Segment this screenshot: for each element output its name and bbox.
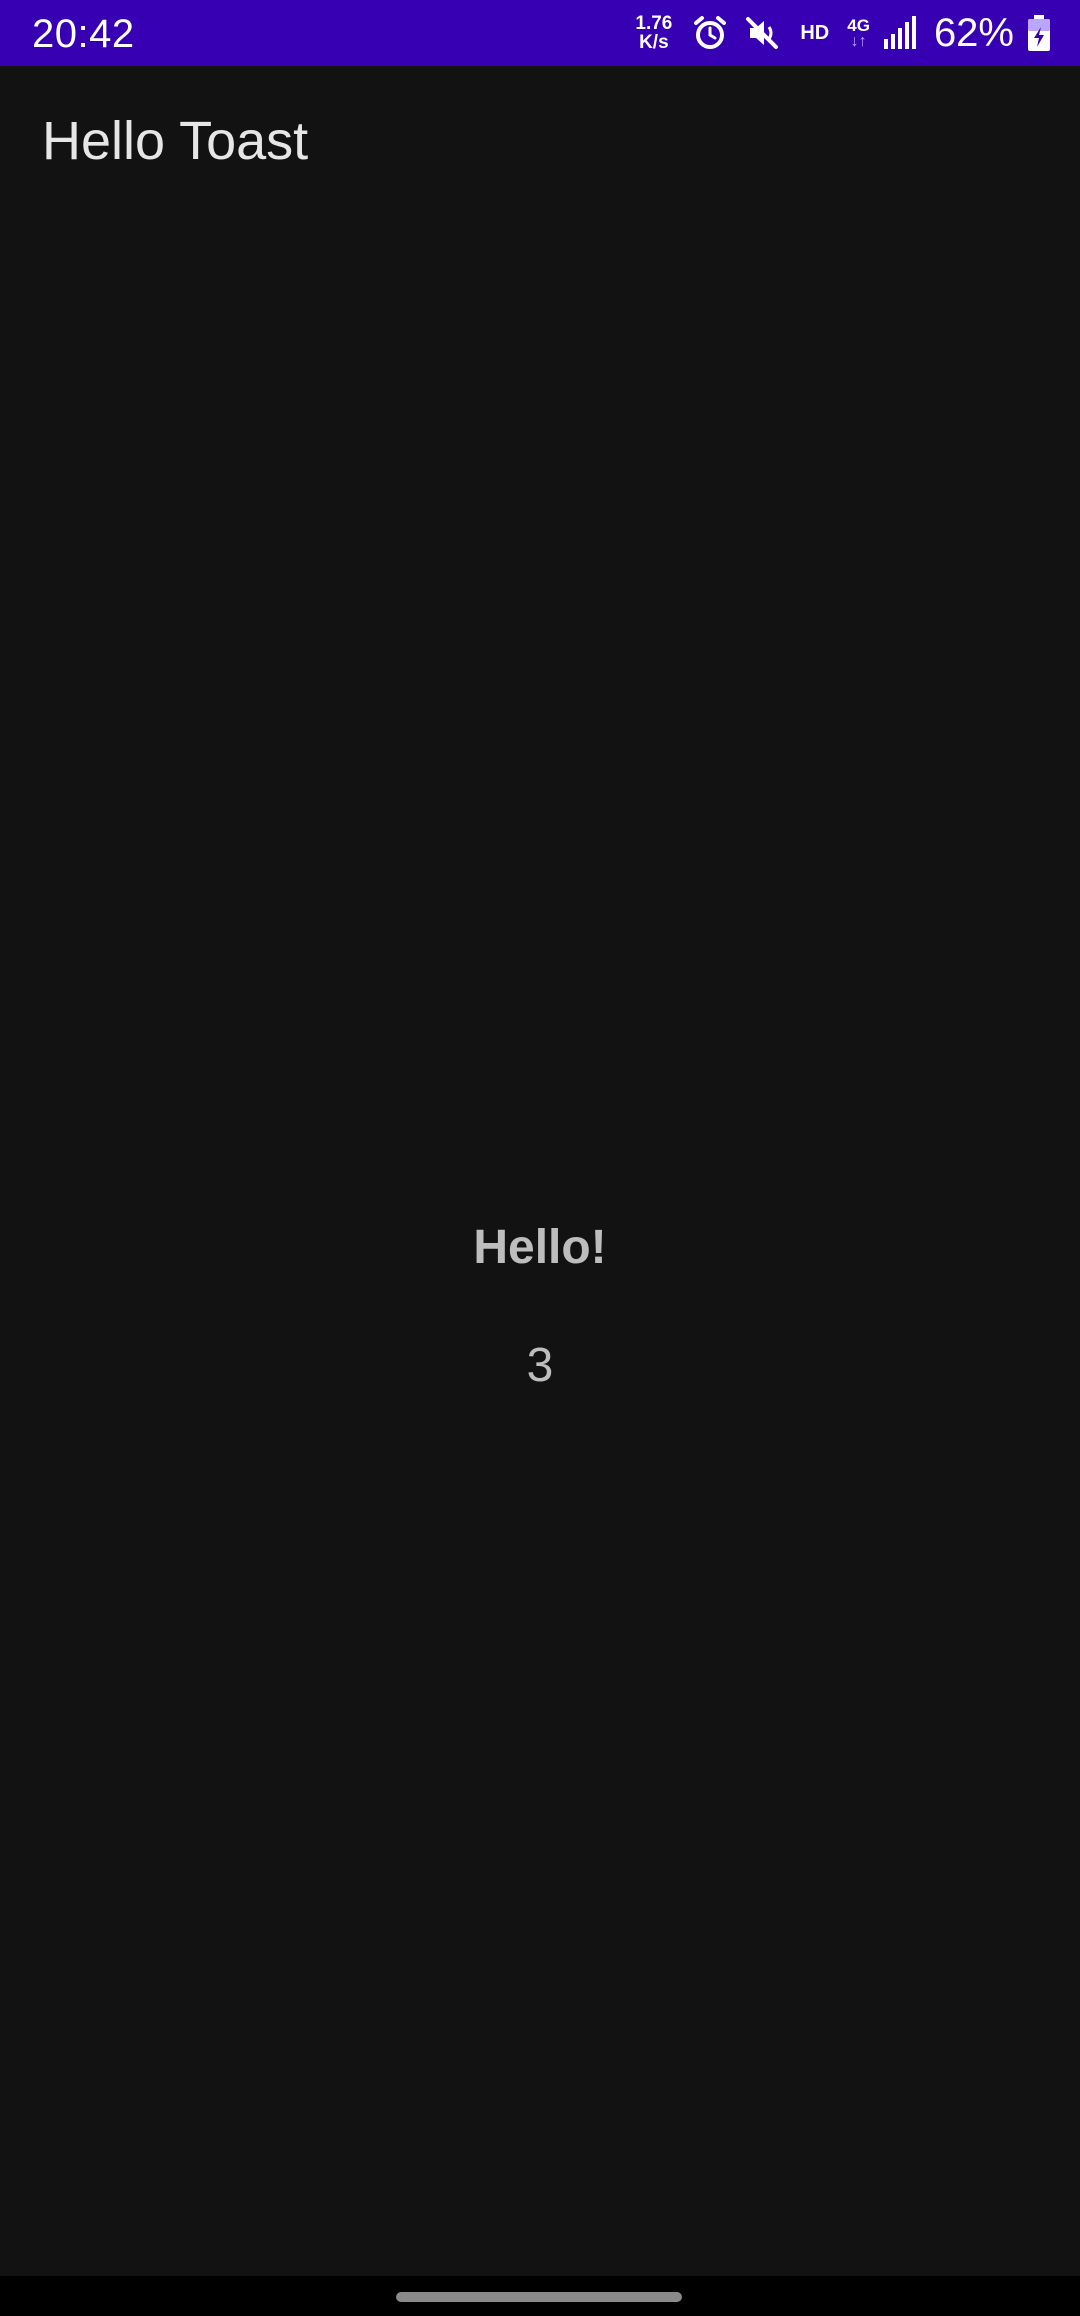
network-type-label: 4G bbox=[847, 15, 870, 35]
network-speed-unit: K/s bbox=[639, 32, 669, 53]
network-speed: 1.76 K/s bbox=[635, 14, 672, 52]
battery-charging-icon bbox=[1026, 13, 1052, 53]
network-speed-value: 1.76 bbox=[635, 13, 673, 34]
signal-icon bbox=[882, 13, 922, 53]
navigation-bar bbox=[0, 2276, 1080, 2316]
status-time: 20:42 bbox=[32, 12, 135, 56]
status-icons: 1.76 K/s HD 4G ↓↑ 62% bbox=[635, 0, 1052, 66]
status-bar: 20:42 1.76 K/s HD 4G ↓↑ 62% bbox=[0, 0, 1080, 66]
data-arrows-icon: ↓↑ bbox=[850, 32, 867, 50]
count-display: 3 bbox=[526, 1339, 554, 1392]
app-title: Hello Toast bbox=[42, 111, 309, 171]
hd-label: HD bbox=[800, 21, 830, 44]
mute-icon bbox=[742, 13, 782, 53]
network-type: 4G ↓↑ bbox=[847, 17, 870, 50]
alarm-icon bbox=[690, 13, 730, 53]
battery-percent: 62% bbox=[933, 11, 1014, 55]
screen: 20:42 1.76 K/s HD 4G ↓↑ 62% Hello Toast … bbox=[0, 0, 1080, 2316]
home-gesture-handle[interactable] bbox=[396, 2292, 682, 2302]
app-bar: Hello Toast bbox=[0, 66, 1080, 218]
hello-text: Hello! bbox=[473, 1221, 607, 1274]
